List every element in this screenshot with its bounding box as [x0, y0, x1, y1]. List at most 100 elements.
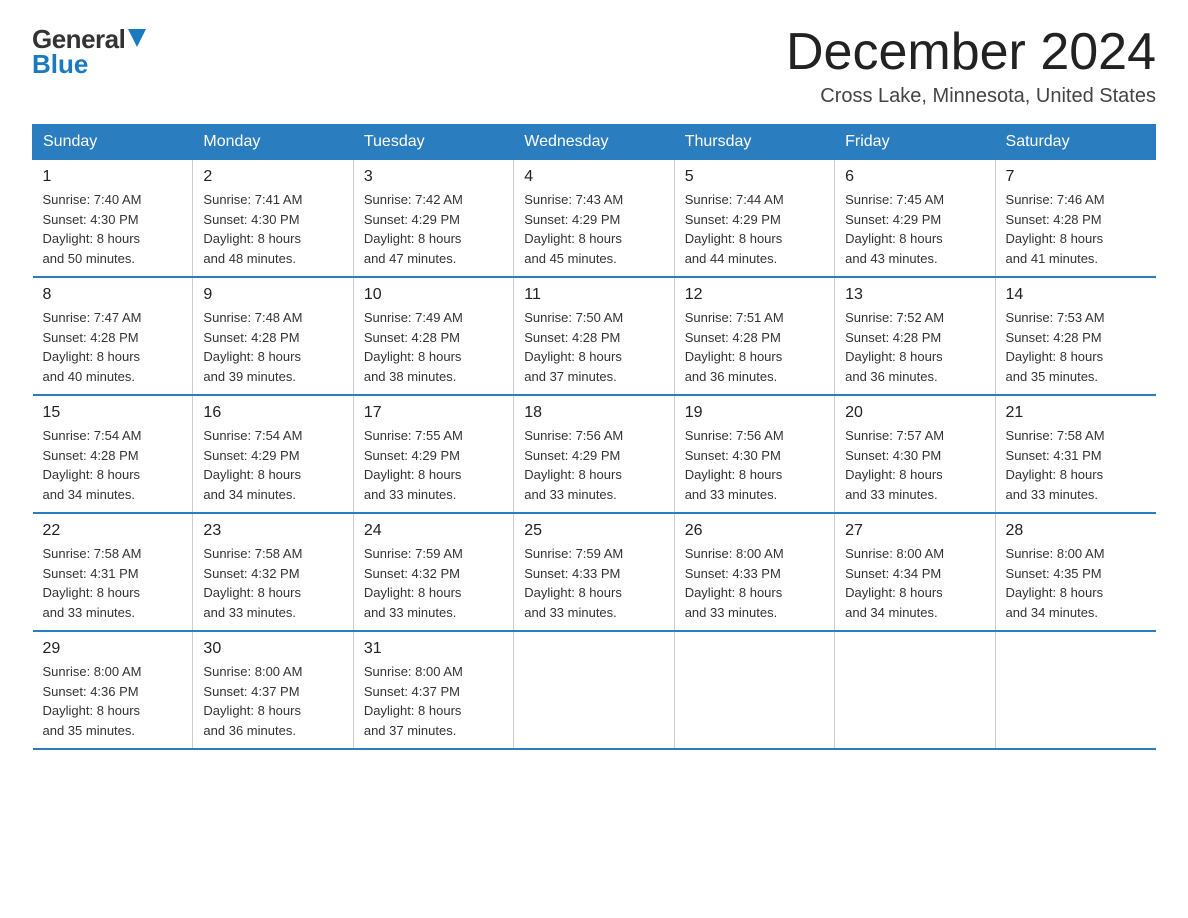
week-row-5: 29Sunrise: 8:00 AMSunset: 4:36 PMDayligh… [33, 631, 1156, 749]
cell-week3-day1: 16 Sunrise: 7:54 AMSunset: 4:29 PMDayligh… [193, 395, 353, 513]
day-info: Sunrise: 7:43 AMSunset: 4:29 PMDaylight:… [524, 190, 663, 268]
header-thursday: Thursday [674, 125, 834, 160]
day-info: Sunrise: 7:46 AMSunset: 4:28 PMDaylight:… [1006, 190, 1146, 268]
day-info: Sunrise: 8:00 AMSunset: 4:35 PMDaylight:… [1006, 544, 1146, 622]
day-info: Sunrise: 7:55 AMSunset: 4:29 PMDaylight:… [364, 426, 503, 504]
day-number: 8 [43, 286, 183, 304]
day-info: Sunrise: 7:59 AMSunset: 4:33 PMDaylight:… [524, 544, 663, 622]
day-number: 31 [364, 640, 503, 658]
day-number: 15 [43, 404, 183, 422]
day-info: Sunrise: 7:49 AMSunset: 4:28 PMDaylight:… [364, 308, 503, 386]
day-number: 1 [43, 168, 183, 186]
day-number: 11 [524, 286, 663, 304]
week-row-1: 1 Sunrise: 7:40 AMSunset: 4:30 PMDaylight… [33, 160, 1156, 278]
day-number: 18 [524, 404, 663, 422]
day-info: Sunrise: 7:58 AMSunset: 4:32 PMDaylight:… [203, 544, 342, 622]
day-info: Sunrise: 7:45 AMSunset: 4:29 PMDaylight:… [845, 190, 984, 268]
day-info: Sunrise: 8:00 AMSunset: 4:34 PMDaylight:… [845, 544, 984, 622]
cell-week4-day6: 28Sunrise: 8:00 AMSunset: 4:35 PMDayligh… [995, 513, 1155, 631]
month-title: December 2024 [786, 24, 1156, 81]
day-number: 17 [364, 404, 503, 422]
cell-week1-day6: 7 Sunrise: 7:46 AMSunset: 4:28 PMDaylight… [995, 160, 1155, 278]
header-monday: Monday [193, 125, 353, 160]
day-number: 16 [203, 404, 342, 422]
logo-triangle-icon [128, 29, 146, 49]
day-number: 10 [364, 286, 503, 304]
cell-week2-day3: 11Sunrise: 7:50 AMSunset: 4:28 PMDayligh… [514, 277, 674, 395]
day-info: Sunrise: 7:56 AMSunset: 4:29 PMDaylight:… [524, 426, 663, 504]
cell-week1-day1: 2 Sunrise: 7:41 AMSunset: 4:30 PMDaylight… [193, 160, 353, 278]
day-info: Sunrise: 8:00 AMSunset: 4:33 PMDaylight:… [685, 544, 824, 622]
cell-week3-day6: 21 Sunrise: 7:58 AMSunset: 4:31 PMDayligh… [995, 395, 1155, 513]
day-number: 13 [845, 286, 984, 304]
cell-week4-day2: 24 Sunrise: 7:59 AMSunset: 4:32 PMDayligh… [353, 513, 513, 631]
cell-week4-day0: 22 Sunrise: 7:58 AMSunset: 4:31 PMDayligh… [33, 513, 193, 631]
day-number: 4 [524, 168, 663, 186]
day-info: Sunrise: 7:52 AMSunset: 4:28 PMDaylight:… [845, 308, 984, 386]
day-number: 30 [203, 640, 342, 658]
cell-week5-day6 [995, 631, 1155, 749]
cell-week4-day5: 27 Sunrise: 8:00 AMSunset: 4:34 PMDayligh… [835, 513, 995, 631]
week-row-4: 22 Sunrise: 7:58 AMSunset: 4:31 PMDayligh… [33, 513, 1156, 631]
header-friday: Friday [835, 125, 995, 160]
day-number: 27 [845, 522, 984, 540]
cell-week2-day1: 9Sunrise: 7:48 AMSunset: 4:28 PMDaylight… [193, 277, 353, 395]
cell-week2-day2: 10 Sunrise: 7:49 AMSunset: 4:28 PMDayligh… [353, 277, 513, 395]
header-tuesday: Tuesday [353, 125, 513, 160]
calendar-table: SundayMondayTuesdayWednesdayThursdayFrid… [32, 124, 1156, 750]
cell-week5-day0: 29Sunrise: 8:00 AMSunset: 4:36 PMDayligh… [33, 631, 193, 749]
header-sunday: Sunday [33, 125, 193, 160]
day-info: Sunrise: 7:54 AMSunset: 4:29 PMDaylight:… [203, 426, 342, 504]
day-number: 21 [1006, 404, 1146, 422]
day-number: 6 [845, 168, 984, 186]
title-block: December 2024 Cross Lake, Minnesota, Uni… [786, 24, 1156, 108]
cell-week1-day2: 3 Sunrise: 7:42 AMSunset: 4:29 PMDaylight… [353, 160, 513, 278]
day-info: Sunrise: 7:48 AMSunset: 4:28 PMDaylight:… [203, 308, 342, 386]
day-info: Sunrise: 7:40 AMSunset: 4:30 PMDaylight:… [43, 190, 183, 268]
day-info: Sunrise: 8:00 AMSunset: 4:36 PMDaylight:… [43, 662, 183, 740]
logo-text-blue: Blue [32, 49, 88, 80]
day-info: Sunrise: 7:56 AMSunset: 4:30 PMDaylight:… [685, 426, 824, 504]
cell-week5-day1: 30Sunrise: 8:00 AMSunset: 4:37 PMDayligh… [193, 631, 353, 749]
cell-week3-day5: 20Sunrise: 7:57 AMSunset: 4:30 PMDayligh… [835, 395, 995, 513]
cell-week4-day3: 25 Sunrise: 7:59 AMSunset: 4:33 PMDayligh… [514, 513, 674, 631]
day-info: Sunrise: 7:41 AMSunset: 4:30 PMDaylight:… [203, 190, 342, 268]
day-info: Sunrise: 7:44 AMSunset: 4:29 PMDaylight:… [685, 190, 824, 268]
day-number: 7 [1006, 168, 1146, 186]
cell-week3-day4: 19 Sunrise: 7:56 AMSunset: 4:30 PMDayligh… [674, 395, 834, 513]
week-row-3: 15 Sunrise: 7:54 AMSunset: 4:28 PMDayligh… [33, 395, 1156, 513]
day-number: 22 [43, 522, 183, 540]
day-info: Sunrise: 7:54 AMSunset: 4:28 PMDaylight:… [43, 426, 183, 504]
cell-week1-day5: 6 Sunrise: 7:45 AMSunset: 4:29 PMDaylight… [835, 160, 995, 278]
page-header: General Blue December 2024 Cross Lake, M… [32, 24, 1156, 108]
day-info: Sunrise: 7:47 AMSunset: 4:28 PMDaylight:… [43, 308, 183, 386]
day-number: 12 [685, 286, 824, 304]
day-info: Sunrise: 7:59 AMSunset: 4:32 PMDaylight:… [364, 544, 503, 622]
day-number: 26 [685, 522, 824, 540]
cell-week3-day0: 15 Sunrise: 7:54 AMSunset: 4:28 PMDayligh… [33, 395, 193, 513]
day-number: 3 [364, 168, 503, 186]
day-info: Sunrise: 7:51 AMSunset: 4:28 PMDaylight:… [685, 308, 824, 386]
cell-week1-day4: 5 Sunrise: 7:44 AMSunset: 4:29 PMDaylight… [674, 160, 834, 278]
day-number: 20 [845, 404, 984, 422]
cell-week4-day4: 26 Sunrise: 8:00 AMSunset: 4:33 PMDayligh… [674, 513, 834, 631]
day-number: 5 [685, 168, 824, 186]
cell-week3-day2: 17 Sunrise: 7:55 AMSunset: 4:29 PMDayligh… [353, 395, 513, 513]
day-info: Sunrise: 7:58 AMSunset: 4:31 PMDaylight:… [43, 544, 183, 622]
day-info: Sunrise: 7:53 AMSunset: 4:28 PMDaylight:… [1006, 308, 1146, 386]
cell-week5-day2: 31 Sunrise: 8:00 AMSunset: 4:37 PMDayligh… [353, 631, 513, 749]
cell-week1-day0: 1 Sunrise: 7:40 AMSunset: 4:30 PMDaylight… [33, 160, 193, 278]
day-number: 2 [203, 168, 342, 186]
header-saturday: Saturday [995, 125, 1155, 160]
day-info: Sunrise: 8:00 AMSunset: 4:37 PMDaylight:… [364, 662, 503, 740]
day-info: Sunrise: 7:58 AMSunset: 4:31 PMDaylight:… [1006, 426, 1146, 504]
cell-week2-day6: 14Sunrise: 7:53 AMSunset: 4:28 PMDayligh… [995, 277, 1155, 395]
day-number: 19 [685, 404, 824, 422]
cell-week3-day3: 18 Sunrise: 7:56 AMSunset: 4:29 PMDayligh… [514, 395, 674, 513]
day-number: 25 [524, 522, 663, 540]
day-number: 23 [203, 522, 342, 540]
logo: General Blue [32, 24, 146, 80]
day-number: 24 [364, 522, 503, 540]
cell-week5-day3 [514, 631, 674, 749]
day-info: Sunrise: 7:42 AMSunset: 4:29 PMDaylight:… [364, 190, 503, 268]
